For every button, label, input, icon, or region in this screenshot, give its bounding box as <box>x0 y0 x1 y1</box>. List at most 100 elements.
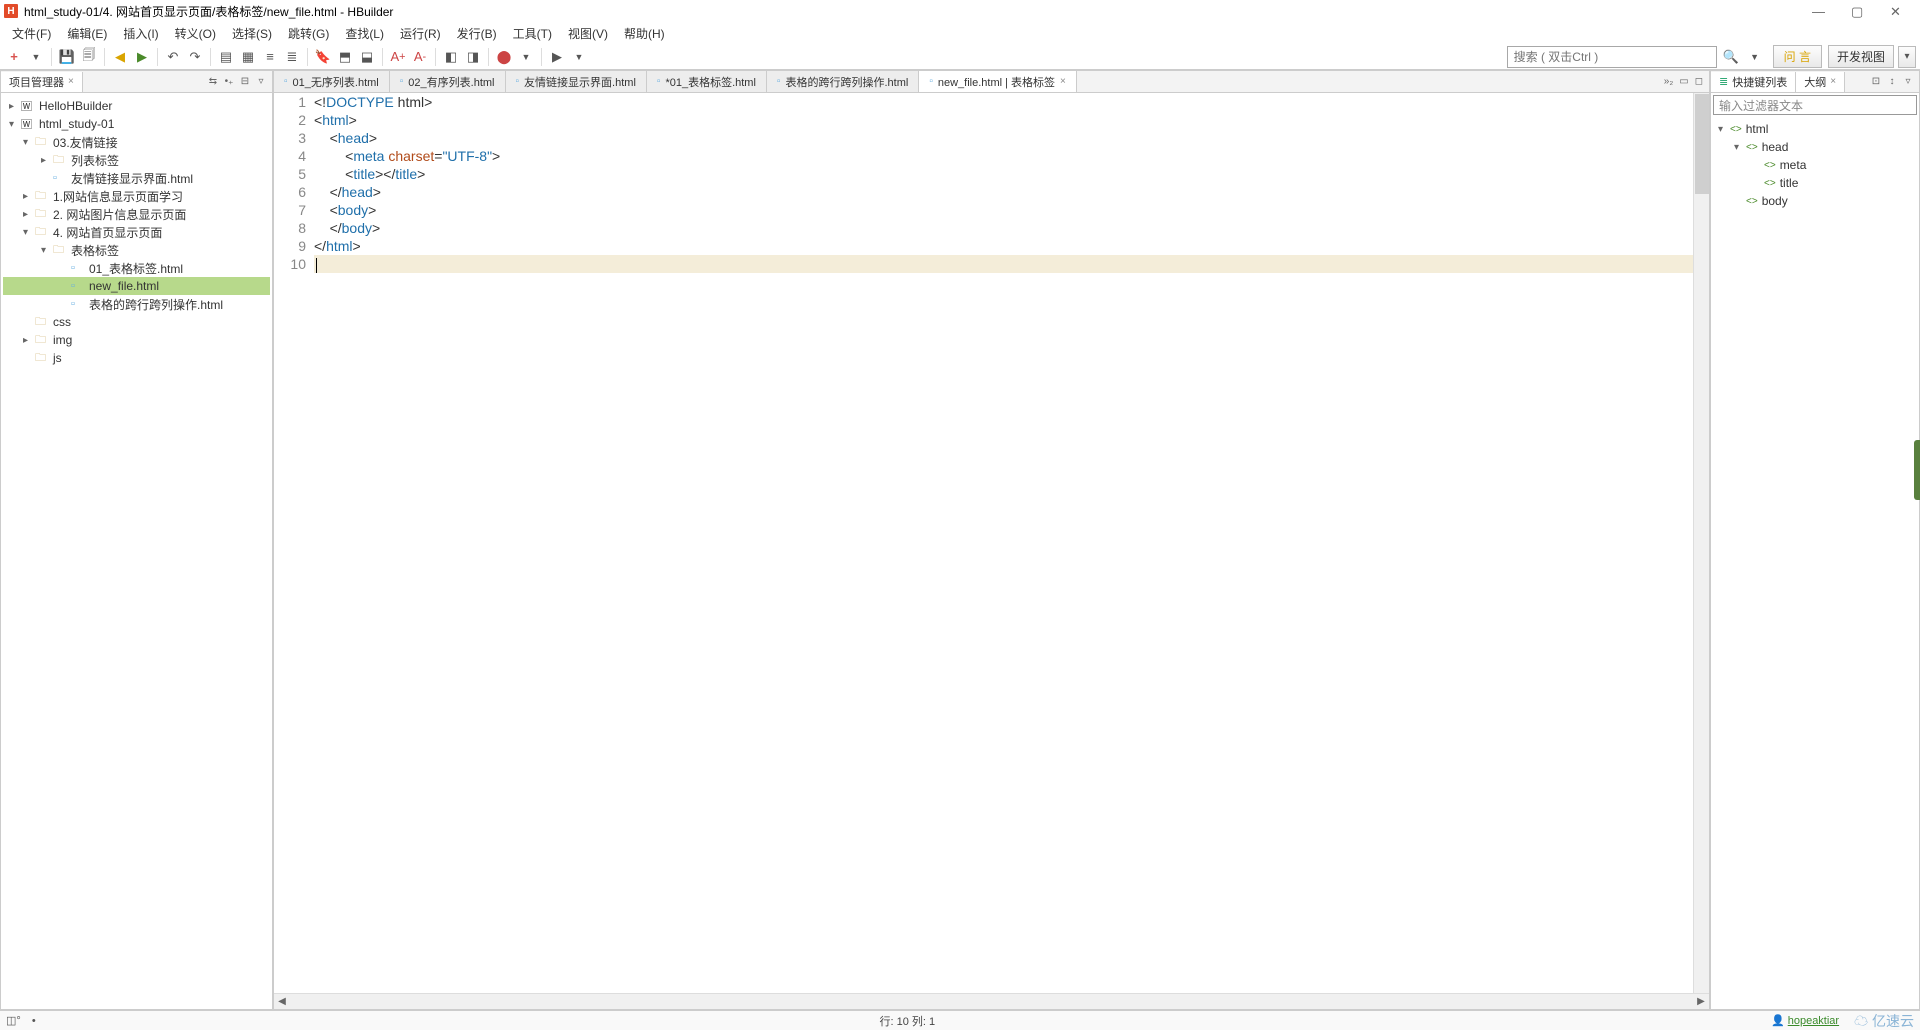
tree-item[interactable]: ▫01_表格标签.html <box>3 259 270 277</box>
focus-icon[interactable]: ⊡ <box>1869 75 1883 89</box>
font-inc[interactable]: A+ <box>388 47 408 67</box>
tool-b[interactable]: ▦ <box>238 47 258 67</box>
menu-item[interactable]: 工具(T) <box>507 23 558 44</box>
tool-c[interactable]: ◧ <box>441 47 461 67</box>
outline-tab[interactable]: 大纲 × <box>1796 72 1845 92</box>
link-icon[interactable]: ⇆ <box>206 75 220 89</box>
editor-tab[interactable]: ▫01_无序列表.html <box>274 71 390 92</box>
menu-item[interactable]: 帮助(H) <box>618 23 671 44</box>
search-go[interactable]: 🔍 <box>1721 47 1741 67</box>
close-icon[interactable]: × <box>68 76 74 87</box>
project-tab[interactable]: 项目管理器 × <box>1 72 83 92</box>
mark-b[interactable]: ⬓ <box>357 47 377 67</box>
outline-item[interactable]: <>meta <box>1714 156 1916 174</box>
tree-item[interactable]: ▫new_file.html <box>3 277 270 295</box>
menu-item[interactable]: 运行(R) <box>394 23 447 44</box>
editor-tab[interactable]: ▫new_file.html | 表格标签× <box>919 71 1077 92</box>
bookmark-button[interactable]: 🔖 <box>313 47 333 67</box>
maximize-icon[interactable]: ◻ <box>1693 76 1705 87</box>
forward-button[interactable]: ▶ <box>132 47 152 67</box>
code-editor[interactable]: <!DOCTYPE html><html> <head> <meta chars… <box>314 93 1693 993</box>
tree-item[interactable]: 🗀js <box>3 349 270 367</box>
dev-view-drop[interactable]: ▾ <box>1898 46 1916 68</box>
shortcut-tab[interactable]: ≣ 快捷键列表 <box>1711 72 1796 92</box>
search-input[interactable] <box>1507 46 1717 68</box>
new-dropdown[interactable]: ▼ <box>26 47 46 67</box>
list-icon: ≣ <box>1719 75 1728 88</box>
user-name[interactable]: hopeaktiar <box>1788 1015 1839 1027</box>
tree-item[interactable]: ▸🅆HelloHBuilder <box>3 97 270 115</box>
tree-item[interactable]: ▫友情链接显示界面.html <box>3 169 270 187</box>
filter-icon[interactable]: •₊ <box>222 75 236 89</box>
mark-a[interactable]: ⬒ <box>335 47 355 67</box>
tool-g[interactable]: ▶ <box>547 47 567 67</box>
minimize-button[interactable]: — <box>1812 4 1826 18</box>
save-all-button[interactable]: 🗐 <box>79 47 99 67</box>
status-icon-a[interactable]: ◫° <box>6 1015 21 1027</box>
tree-item[interactable]: ▾🗀4. 网站首页显示页面 <box>3 223 270 241</box>
undo-button[interactable]: ↶ <box>163 47 183 67</box>
back-button[interactable]: ◀ <box>110 47 130 67</box>
scroll-left-icon[interactable]: ◀ <box>274 995 290 1009</box>
tree-item[interactable]: ▾🅆html_study-01 <box>3 115 270 133</box>
sort-icon[interactable]: ↕ <box>1885 75 1899 89</box>
tree-item[interactable]: ▫表格的跨行跨列操作.html <box>3 295 270 313</box>
dev-view-button[interactable]: 开发视图 <box>1828 45 1894 68</box>
tree-item[interactable]: ▾🗀表格标签 <box>3 241 270 259</box>
menu-item[interactable]: 转义(O) <box>169 23 222 44</box>
menu-item[interactable]: 选择(S) <box>226 23 278 44</box>
cloud-badge[interactable]: ☁ 亿速云 <box>1854 1011 1914 1031</box>
outline-item[interactable]: ▾<>html <box>1714 120 1916 138</box>
menu-item[interactable]: 插入(I) <box>117 23 164 44</box>
menu-item[interactable]: 视图(V) <box>562 23 614 44</box>
maximize-button[interactable]: ▢ <box>1851 4 1865 18</box>
menu-icon[interactable]: ▿ <box>1901 75 1915 89</box>
editor-tab[interactable]: ▫02_有序列表.html <box>390 71 506 92</box>
tree-item[interactable]: 🗀css <box>3 313 270 331</box>
outline-tree[interactable]: ▾<>html▾<>head<>meta<>title<>body <box>1711 117 1919 213</box>
indent-button[interactable]: ≣ <box>282 47 302 67</box>
vertical-scrollbar[interactable] <box>1693 93 1709 993</box>
outline-item[interactable]: ▾<>head <box>1714 138 1916 156</box>
outdent-button[interactable]: ≡ <box>260 47 280 67</box>
project-tree[interactable]: ▸🅆HelloHBuilder▾🅆html_study-01▾🗀03.友情链接▸… <box>1 93 272 1009</box>
right-handle[interactable] <box>1914 440 1920 500</box>
close-button[interactable]: ✕ <box>1890 4 1904 18</box>
tool-f[interactable]: ▼ <box>516 47 536 67</box>
font-dec[interactable]: A- <box>410 47 430 67</box>
search-drop[interactable]: ▼ <box>1745 47 1765 67</box>
minimize-icon[interactable]: ▭ <box>1677 76 1690 87</box>
tool-a[interactable]: ▤ <box>216 47 236 67</box>
tree-item[interactable]: ▸🗀1.网站信息显示页面学习 <box>3 187 270 205</box>
editor-tab[interactable]: ▫*01_表格标签.html <box>647 71 767 92</box>
menu-item[interactable]: 跳转(G) <box>282 23 335 44</box>
tree-item[interactable]: ▸🗀列表标签 <box>3 151 270 169</box>
tool-e[interactable]: ⬤ <box>494 47 514 67</box>
new-button[interactable]: + <box>4 47 24 67</box>
close-icon[interactable]: × <box>1830 76 1836 87</box>
menu-item[interactable]: 编辑(E) <box>61 23 113 44</box>
tree-item[interactable]: ▾🗀03.友情链接 <box>3 133 270 151</box>
tool-d[interactable]: ◨ <box>463 47 483 67</box>
status-icon-b[interactable]: • <box>32 1015 36 1027</box>
save-button[interactable]: 💾 <box>57 47 77 67</box>
tree-item[interactable]: ▸🗀2. 网站图片信息显示页面 <box>3 205 270 223</box>
tab-overflow[interactable]: »₂ <box>1662 76 1675 87</box>
tree-item[interactable]: ▸🗀img <box>3 331 270 349</box>
menu-icon[interactable]: ▿ <box>254 75 268 89</box>
menu-item[interactable]: 查找(L) <box>339 23 390 44</box>
outline-filter-input[interactable]: 输入过滤器文本 <box>1713 95 1917 115</box>
collapse-icon[interactable]: ⊟ <box>238 75 252 89</box>
outline-tab-label: 大纲 <box>1804 74 1826 90</box>
scroll-right-icon[interactable]: ▶ <box>1693 995 1709 1009</box>
outline-item[interactable]: <>body <box>1714 192 1916 210</box>
wy-button[interactable]: 问 言 <box>1773 45 1822 68</box>
editor-tab[interactable]: ▫表格的跨行跨列操作.html <box>767 71 919 92</box>
redo-button[interactable]: ↷ <box>185 47 205 67</box>
outline-item[interactable]: <>title <box>1714 174 1916 192</box>
horizontal-scrollbar[interactable]: ◀ ▶ <box>274 993 1709 1009</box>
editor-tab[interactable]: ▫友情链接显示界面.html <box>506 71 647 92</box>
menu-item[interactable]: 发行(B) <box>451 23 503 44</box>
menu-item[interactable]: 文件(F) <box>6 23 57 44</box>
tool-h[interactable]: ▼ <box>569 47 589 67</box>
